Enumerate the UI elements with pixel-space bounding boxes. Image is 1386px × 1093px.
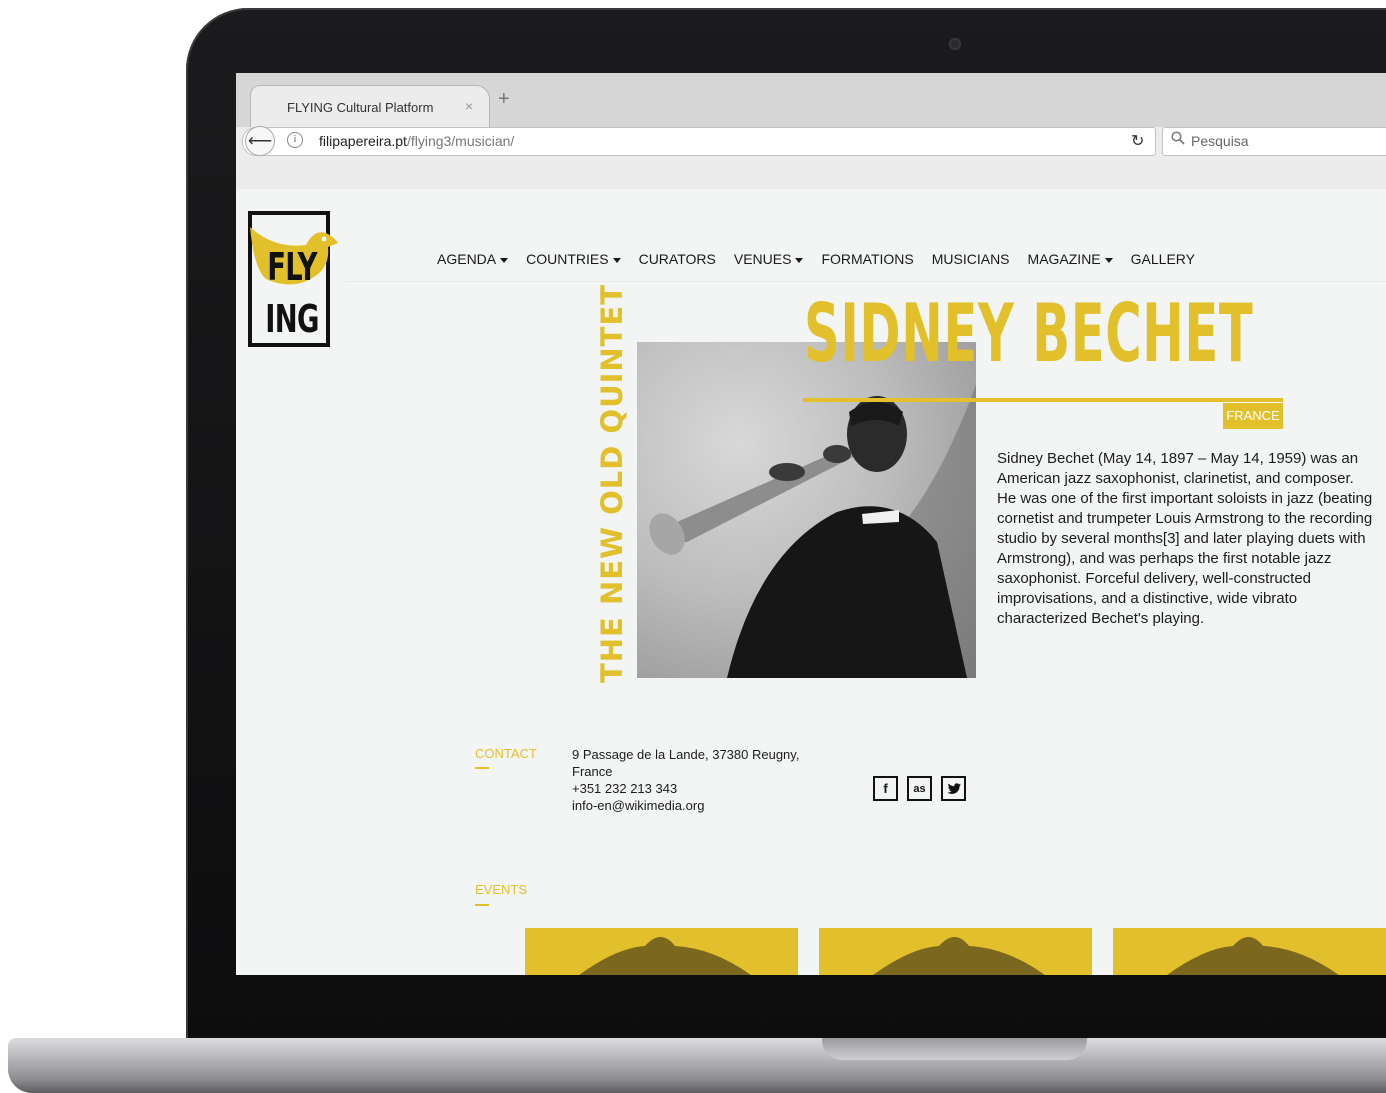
musician-name: SIDNEY BECHET <box>804 287 1254 380</box>
nav-item-agenda[interactable]: AGENDA <box>437 251 509 271</box>
search-placeholder: Pesquisa <box>1191 133 1249 149</box>
url-domain: filipapereira.pt <box>319 133 407 149</box>
camera-icon <box>949 38 961 50</box>
nav-item-musicians[interactable]: MUSICIANS <box>932 251 1010 271</box>
facebook-icon[interactable]: f <box>873 776 898 801</box>
nav-item-curators[interactable]: CURATORS <box>639 251 716 271</box>
nav-item-magazine[interactable]: MAGAZINE <box>1028 251 1113 271</box>
laptop-notch <box>822 1038 1087 1060</box>
logo-text-bottom: ING <box>265 297 319 341</box>
search-box[interactable]: Pesquisa <box>1162 127 1386 156</box>
logo-text-top: FLY <box>267 245 317 289</box>
twitter-bird-icon <box>946 782 961 794</box>
browser-tab[interactable]: FLYING Cultural Platform × <box>250 85 490 128</box>
caret-down-icon <box>795 257 804 263</box>
name-underline <box>803 398 1283 402</box>
reload-icon[interactable]: ↻ <box>1131 131 1144 151</box>
contact-phone: +351 232 213 343 <box>572 781 678 796</box>
country-badge[interactable]: FRANCE <box>1223 403 1283 429</box>
address-bar[interactable]: ⟵ i filipapereira.pt/flying3/musician/ ↻ <box>242 126 1156 156</box>
search-icon <box>1171 131 1185 145</box>
event-image <box>1167 937 1339 975</box>
caret-down-icon <box>1104 257 1113 263</box>
nav-divider <box>346 281 1386 282</box>
url-path: /flying3/musician/ <box>406 133 515 149</box>
url-text[interactable]: filipapereira.pt/flying3/musician/ <box>319 133 514 149</box>
contact-email[interactable]: info-en@wikimedia.org <box>572 797 832 814</box>
caret-down-icon <box>612 257 621 263</box>
flying-logo[interactable]: FLY ING <box>248 211 338 347</box>
info-icon[interactable]: i <box>287 132 303 148</box>
caret-down-icon <box>500 257 509 263</box>
main-nav: AGENDA COUNTRIES CURATORS VENUES FORMATI… <box>437 251 1195 271</box>
nav-item-venues[interactable]: VENUES <box>734 251 804 271</box>
musician-photo <box>637 342 976 678</box>
event-card[interactable] <box>1113 928 1386 975</box>
contact-details: 9 Passage de la Lande, 37380 Reugny, Fra… <box>572 746 832 814</box>
page: FLY ING AGENDA COUNTRIES CURATORS VENUES… <box>236 189 1386 975</box>
screen: FLYING Cultural Platform × + ⟵ i filipap… <box>236 73 1386 975</box>
event-image <box>873 937 1045 975</box>
contact-underline <box>475 767 489 769</box>
event-image <box>579 937 751 975</box>
laptop-base <box>8 1038 1386 1093</box>
lastfm-icon[interactable]: as <box>907 776 932 801</box>
tab-title: FLYING Cultural Platform <box>287 100 434 115</box>
twitter-icon[interactable] <box>941 776 966 801</box>
browser-tabbar: FLYING Cultural Platform × + <box>236 73 1386 128</box>
close-tab-icon[interactable]: × <box>465 98 473 114</box>
musician-bio: Sidney Bechet (May 14, 1897 – May 14, 19… <box>997 450 1373 627</box>
back-arrow-icon[interactable]: ⟵ <box>245 126 275 156</box>
formation-title[interactable]: THE NEW OLD QUINTET <box>595 284 629 683</box>
nav-item-countries[interactable]: COUNTRIES <box>526 251 621 271</box>
musician-photo-illustration <box>649 384 976 678</box>
social-links: f as <box>873 776 966 801</box>
formation-title-wrap: THE NEW OLD QUINTET <box>595 284 629 683</box>
events-label: EVENTS <box>475 882 528 897</box>
contact-address: 9 Passage de la Lande, 37380 Reugny, Fra… <box>572 747 800 779</box>
events-underline <box>475 904 489 906</box>
nav-item-formations[interactable]: FORMATIONS <box>821 251 913 271</box>
nav-item-gallery[interactable]: GALLERY <box>1131 251 1195 271</box>
event-card[interactable] <box>525 928 798 975</box>
new-tab-icon[interactable]: + <box>498 88 510 111</box>
contact-label: CONTACT <box>475 746 537 761</box>
browser-navbar: ⟵ i filipapereira.pt/flying3/musician/ ↻… <box>236 126 1386 190</box>
event-card[interactable] <box>819 928 1092 975</box>
